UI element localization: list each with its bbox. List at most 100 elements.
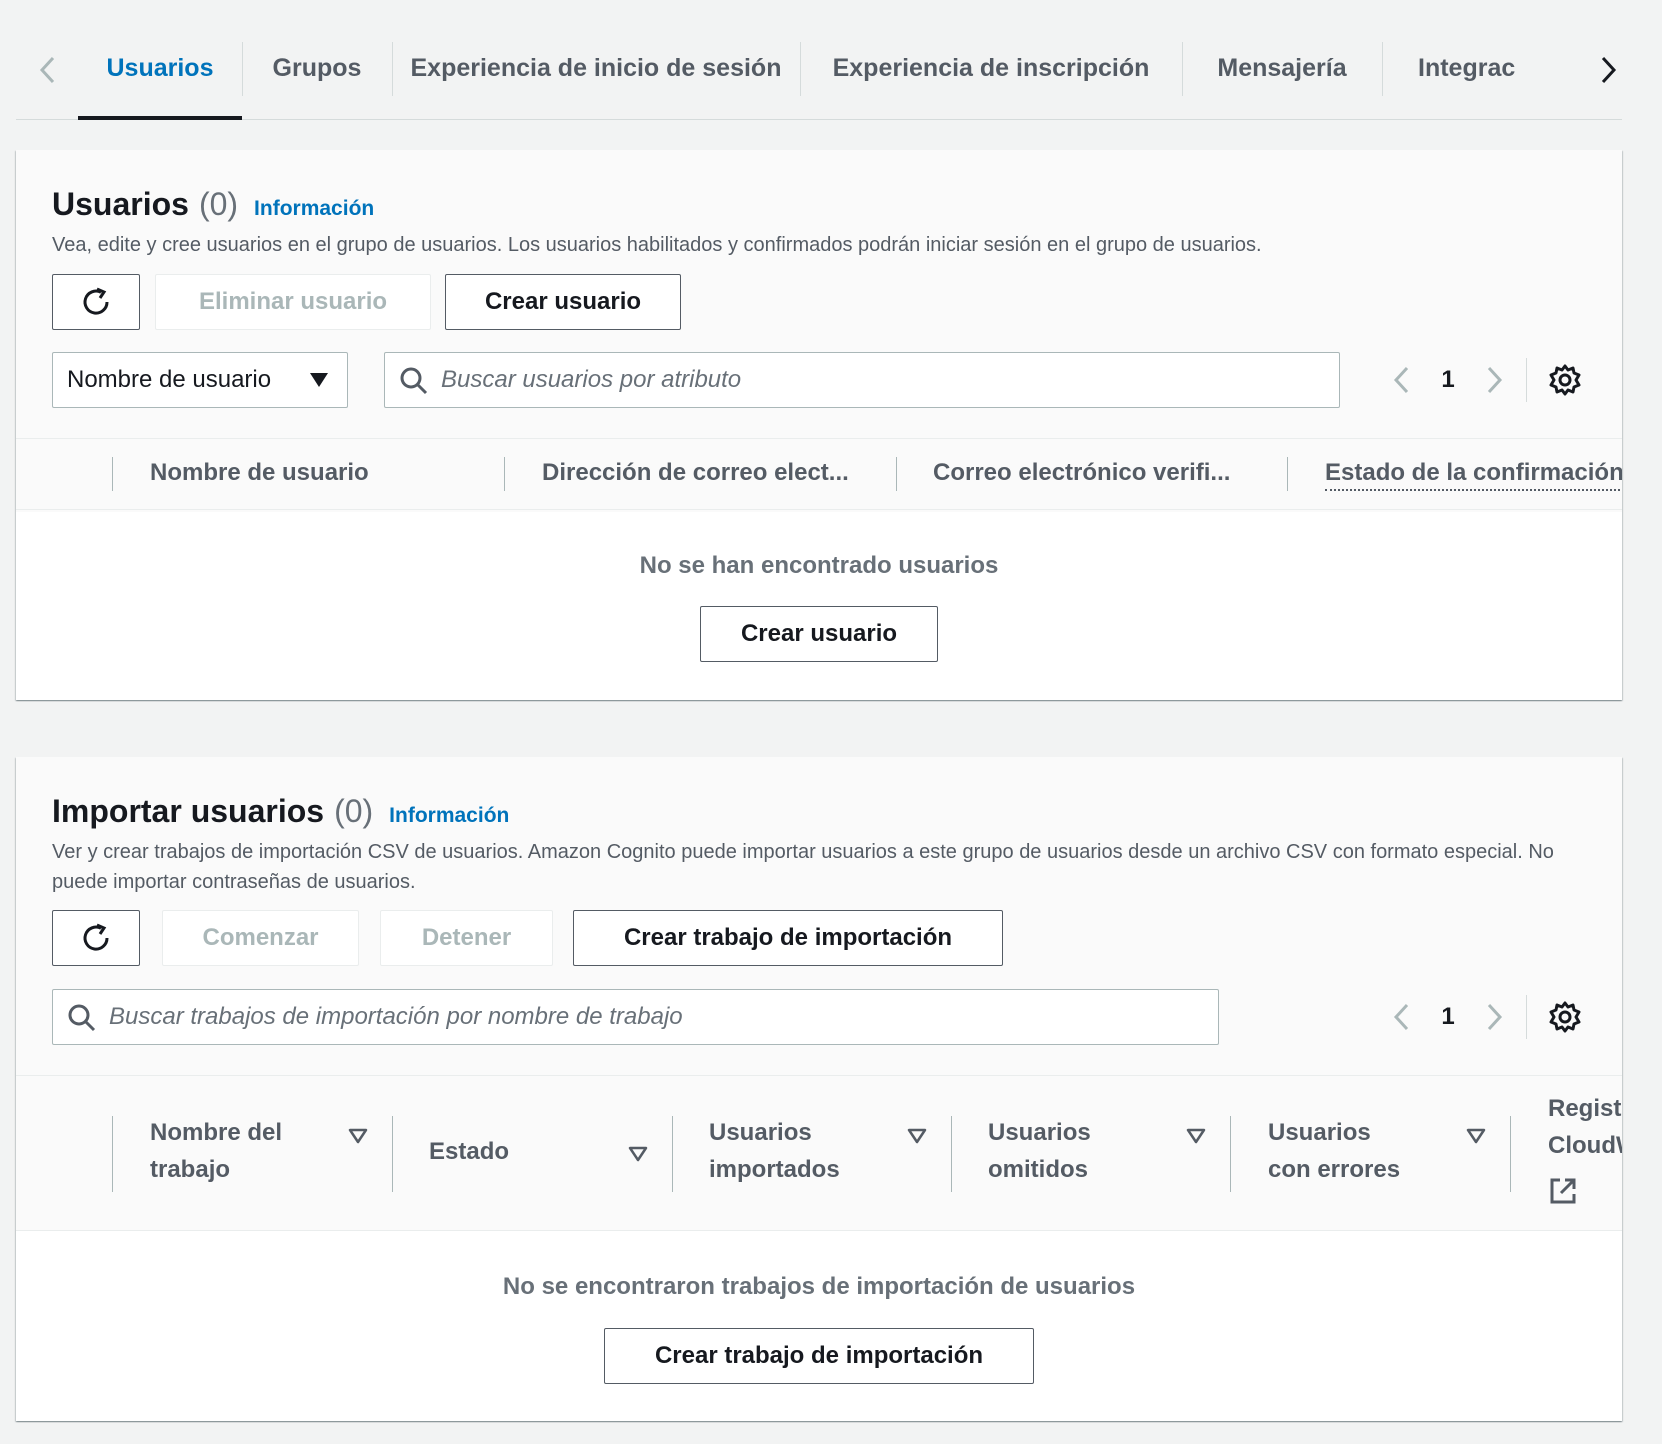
tab-divider [1382, 42, 1383, 96]
current-page-number[interactable]: 1 [1420, 1003, 1476, 1031]
panel-description: Ver y crear trabajos de importación CSV … [52, 841, 1554, 893]
tab-label: Experiencia de inscripción [832, 54, 1150, 82]
tabs-scroll-left-button[interactable] [26, 40, 70, 100]
column-header-confirmation-status[interactable]: Estado de la confirmación [1325, 459, 1622, 491]
panel-title-text: Importar usuarios [52, 793, 325, 829]
import-empty-state-text: No se encontraron trabajos de importació… [502, 1273, 1136, 1300]
current-page-number[interactable]: 1 [1420, 366, 1476, 394]
column-header-imported-users[interactable]: Usuarios importados [709, 1114, 869, 1188]
previous-page-button[interactable] [1384, 997, 1420, 1037]
search-placeholder: Buscar trabajos de importación por nombr… [109, 1003, 683, 1030]
tab-label: Usuarios [106, 54, 214, 82]
panel-count: (0) [334, 793, 374, 829]
tab-mensajeria[interactable]: Mensajería [1182, 40, 1382, 120]
sort-icon[interactable] [1186, 1128, 1206, 1144]
column-divider [504, 457, 505, 491]
panel-title-text: Usuarios [52, 186, 189, 222]
empty-create-user-button[interactable]: Crear usuario [700, 606, 938, 662]
tab-label: Integrac [1418, 54, 1516, 82]
chevron-left-icon [1393, 366, 1409, 394]
preferences-button[interactable] [1545, 997, 1585, 1037]
column-divider [672, 1116, 673, 1192]
tab-label: Grupos [272, 54, 362, 82]
tab-usuarios[interactable]: Usuarios [78, 40, 242, 120]
tab-experiencia-inscripcion[interactable]: Experiencia de inscripción [800, 40, 1182, 120]
tab-grupos[interactable]: Grupos [242, 40, 392, 120]
import-job-search-input[interactable]: Buscar trabajos de importación por nombr… [52, 989, 1219, 1045]
column-header-status[interactable]: Estado [429, 1138, 509, 1166]
create-import-job-button[interactable]: Crear trabajo de importación [573, 910, 1003, 966]
external-link-icon[interactable] [1548, 1176, 1578, 1206]
column-divider [392, 1116, 393, 1192]
tab-integracion[interactable]: Integrac [1382, 40, 1578, 120]
sort-icon[interactable] [348, 1128, 368, 1144]
info-link[interactable]: Información [254, 197, 374, 221]
empty-create-import-job-button[interactable]: Crear trabajo de importación [604, 1328, 1034, 1384]
import-panel-title: Importar usuarios (0) Información [52, 793, 509, 830]
column-divider [1510, 1116, 1511, 1192]
user-search-input[interactable]: Buscar usuarios por atributo [384, 352, 1340, 408]
tab-label: Experiencia de inicio de sesión [410, 54, 782, 82]
search-icon [68, 1004, 96, 1032]
info-link[interactable]: Información [389, 804, 509, 828]
chevron-left-icon [39, 56, 55, 84]
column-header-skipped-users[interactable]: Usuarios omitidos [988, 1114, 1138, 1188]
attribute-select-value: Nombre de usuario [67, 366, 272, 393]
search-icon [400, 367, 428, 395]
tab-divider [1182, 42, 1183, 96]
column-divider [112, 457, 113, 491]
preferences-button[interactable] [1545, 360, 1585, 400]
tab-divider [392, 42, 393, 96]
refresh-icon [83, 287, 109, 315]
chevron-left-icon [1393, 1003, 1409, 1031]
column-header-cloudwatch-logs[interactable]: Regist CloudW [1548, 1090, 1622, 1164]
stop-import-button[interactable]: Detener [380, 910, 553, 966]
refresh-button[interactable] [52, 274, 140, 330]
next-page-button[interactable] [1476, 360, 1512, 400]
chevron-right-icon [1487, 366, 1503, 394]
pagination-divider [1526, 358, 1527, 402]
sort-icon[interactable] [628, 1146, 648, 1162]
column-header-email[interactable]: Dirección de correo elect... [542, 459, 849, 487]
column-divider [112, 1116, 113, 1192]
chevron-right-icon [1487, 1003, 1503, 1031]
tab-experiencia-inicio-sesion[interactable]: Experiencia de inicio de sesión [392, 40, 800, 120]
sort-icon[interactable] [907, 1128, 927, 1144]
users-panel: Usuarios (0) Información Vea, edite y cr… [16, 150, 1622, 700]
tabs-scroll-right-button[interactable] [1586, 40, 1630, 100]
column-divider [951, 1116, 952, 1192]
pagination-divider [1526, 995, 1527, 1039]
users-empty-state-text: No se han encontrado usuarios [639, 552, 999, 579]
tab-divider [800, 42, 801, 96]
search-placeholder: Buscar usuarios por atributo [441, 366, 742, 393]
create-user-button[interactable]: Crear usuario [445, 274, 681, 330]
attribute-select[interactable]: Nombre de usuario [52, 352, 348, 408]
refresh-button[interactable] [52, 910, 140, 966]
users-pagination: 1 [1384, 352, 1585, 408]
users-table-header: Nombre de usuario Dirección de correo el… [16, 438, 1622, 510]
column-header-email-verified[interactable]: Correo electrónico verifi... [933, 459, 1230, 487]
tab-bar: Usuarios Grupos Experiencia de inicio de… [16, 0, 1622, 120]
column-divider [1287, 457, 1288, 491]
tab-list: Usuarios Grupos Experiencia de inicio de… [78, 40, 1578, 120]
column-divider [896, 457, 897, 491]
column-header-username[interactable]: Nombre de usuario [150, 459, 369, 487]
caret-down-icon [310, 373, 328, 387]
gear-icon [1549, 364, 1581, 396]
column-divider [1230, 1116, 1231, 1192]
tab-label: Mensajería [1217, 54, 1347, 82]
previous-page-button[interactable] [1384, 360, 1420, 400]
gear-icon [1549, 1001, 1581, 1033]
delete-user-button[interactable]: Eliminar usuario [155, 274, 431, 330]
next-page-button[interactable] [1476, 997, 1512, 1037]
tab-divider [242, 42, 243, 96]
panel-description: Vea, edite y cree usuarios en el grupo d… [52, 234, 1262, 256]
sort-icon[interactable] [1466, 1128, 1486, 1144]
column-header-job-name[interactable]: Nombre del trabajo [150, 1114, 300, 1188]
import-table-header: Nombre del trabajo Estado Usuarios impor… [16, 1075, 1622, 1231]
chevron-right-icon [1601, 56, 1617, 84]
import-users-panel: Importar usuarios (0) Información Ver y … [16, 757, 1622, 1421]
start-import-button[interactable]: Comenzar [162, 910, 359, 966]
column-header-failed-users[interactable]: Usuarios con errores [1268, 1114, 1418, 1188]
panel-count: (0) [198, 186, 239, 222]
